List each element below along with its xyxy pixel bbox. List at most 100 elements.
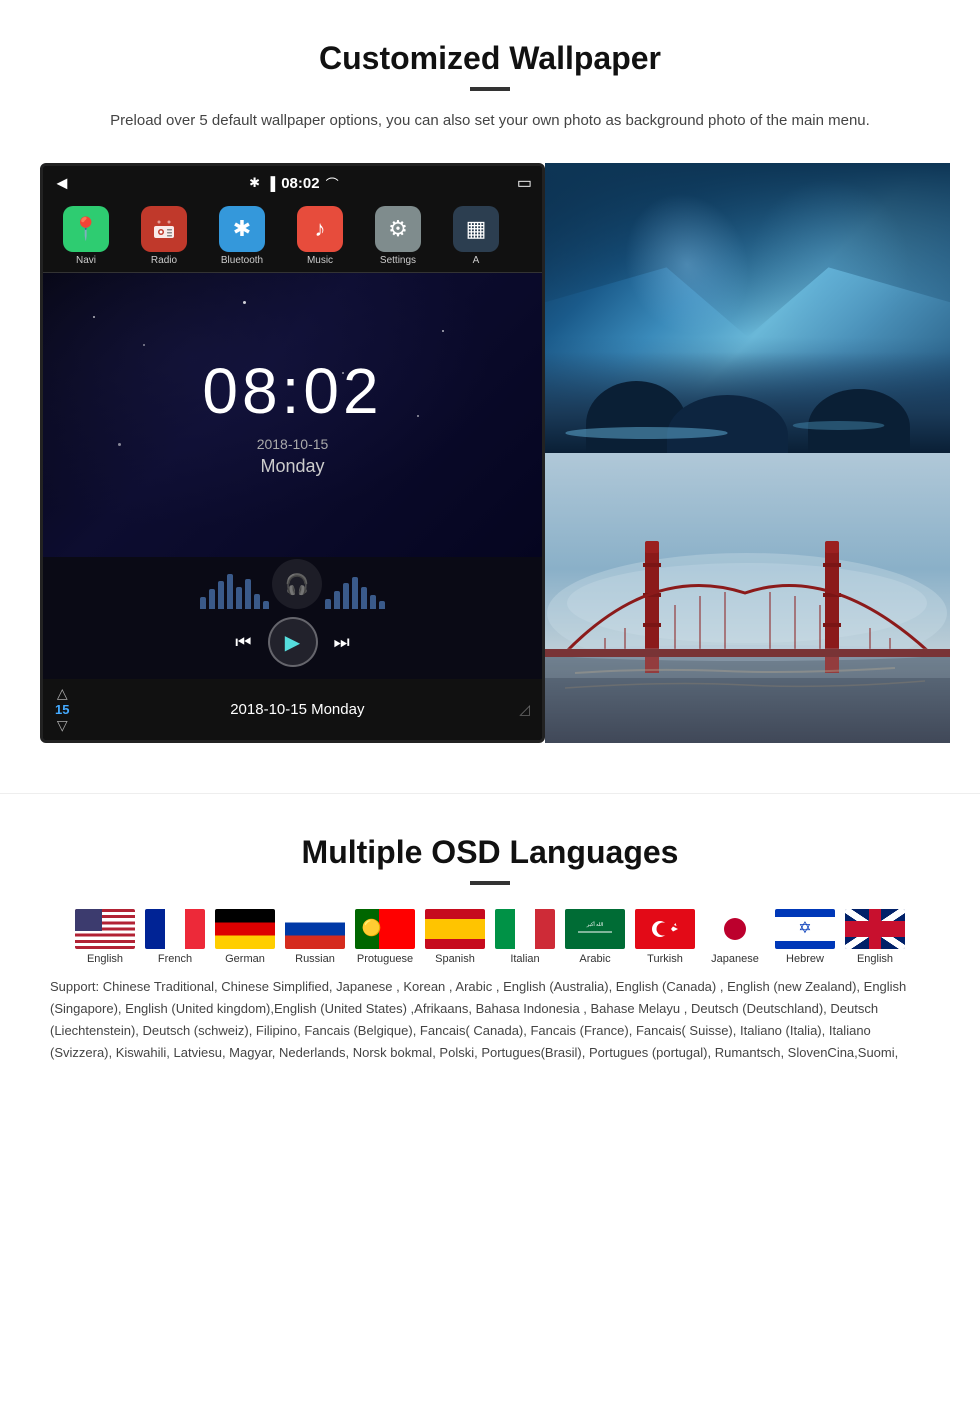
wallpaper-ice-cave[interactable] [545,163,950,453]
star-7 [417,415,419,417]
flag-item-il: ✡ Hebrew [770,909,840,966]
flag-il: ✡ [775,909,835,949]
osd-title: Multiple OSD Languages [40,834,940,871]
display-container: ◄ ✱ ▐ 08:02 ⌒ ▭ 📍 Navi [40,163,950,743]
flag-gb [845,909,905,949]
flag-item-de: German [210,909,280,966]
clock-display: 08:02 [202,354,382,428]
bar-14 [370,595,376,609]
flag-it [495,909,555,949]
flag-item-us: English [70,909,140,966]
bar-15 [379,601,385,609]
volume-up-arrow[interactable]: △ [57,685,68,702]
music-controls: ⏮ ▶ ⏭ [59,617,526,667]
flag-tr [635,909,695,949]
music-visualizer: 🎧 [59,569,526,609]
settings-label: Settings [380,255,416,266]
corner-minimize-icon[interactable]: ◿ [519,701,530,718]
star-5 [442,330,444,332]
flag-item-tr: Turkish [630,909,700,966]
music-icon: ♪ [297,206,343,252]
bluetooth-status-icon: ✱ [249,175,260,191]
flags-row: English French German Russian Protuguese… [40,909,940,966]
bar-3 [218,581,224,609]
flag-item-es: Spanish [420,909,490,966]
app-settings[interactable]: ⚙ Settings [363,206,433,266]
flag-item-fr: French [140,909,210,966]
wallpaper-bridge[interactable] [545,453,950,743]
flag-label-ru: Russian [295,953,335,966]
bar-5 [236,587,242,609]
flag-item-pt: Protuguese [350,909,420,966]
flag-label-de: German [225,953,265,966]
app-navi[interactable]: 📍 Navi [51,206,121,266]
flag-es [425,909,485,949]
volume-number: 15 [55,702,69,717]
flag-item-jp: Japanese [700,909,770,966]
bar-6 [245,579,251,609]
wallpaper-title: Customized Wallpaper [40,40,940,77]
bar-9 [325,599,331,609]
star-1 [93,316,95,318]
flag-pt [355,909,415,949]
status-time: 08:02 [281,175,319,192]
flag-item-ru: Russian [280,909,350,966]
back-button[interactable]: ◄ [53,173,71,194]
bar-7 [254,594,260,609]
car-screen: ◄ ✱ ▐ 08:02 ⌒ ▭ 📍 Navi [40,163,545,743]
bar-13 [361,587,367,609]
bluetooth-label: Bluetooth [221,255,263,266]
music-label: Music [307,255,333,266]
flag-label-it: Italian [510,953,539,966]
star-3 [243,301,246,304]
status-bar: ◄ ✱ ▐ 08:02 ⌒ ▭ [43,166,542,200]
bar-4 [227,574,233,609]
flag-label-es: Spanish [435,953,475,966]
wallpaper-section: Customized Wallpaper Preload over 5 defa… [0,0,980,773]
bar-10 [334,591,340,609]
flag-item-sa: الله أكبر Arabic [560,909,630,966]
bottom-date: 2018-10-15 Monday [230,701,364,718]
flag-label-pt: Protuguese [357,953,413,966]
clock-area: 08:02 2018-10-15 Monday [43,273,542,557]
title-divider [470,87,510,91]
prev-button[interactable]: ⏮ [235,632,251,653]
play-button[interactable]: ▶ [268,617,318,667]
clock-day: Monday [260,456,324,477]
radio-icon [141,206,187,252]
next-button[interactable]: ⏭ [334,632,350,653]
navi-icon: 📍 [63,206,109,252]
status-center-icons: ✱ ▐ 08:02 ⌒ [249,174,339,193]
app-music[interactable]: ♪ Music [285,206,355,266]
bar-12 [352,577,358,609]
bar-1 [200,597,206,609]
flag-fr [145,909,205,949]
flag-label-il: Hebrew [786,953,824,966]
flag-item-gb: English [840,909,910,966]
navi-label: Navi [76,255,96,266]
headphone-icon: 🎧 [272,559,322,609]
music-player: 🎧 ⏮ ▶ ⏭ [43,557,542,679]
volume-down-arrow[interactable]: ▽ [57,717,68,734]
star-6 [118,443,121,446]
bar-2 [209,589,215,609]
app-radio[interactable]: Radio [129,206,199,266]
apps-label: A [473,255,480,266]
flag-us [75,909,135,949]
osd-divider [470,881,510,885]
flag-label-sa: Arabic [579,953,610,966]
flag-de [215,909,275,949]
wallpaper-grid [545,163,950,743]
bridge-svg [545,453,950,743]
flag-label-us: English [87,953,123,966]
app-bluetooth[interactable]: ✱ Bluetooth [207,206,277,266]
settings-icon: ⚙ [375,206,421,252]
flag-label-jp: Japanese [711,953,759,966]
support-text: Support: Chinese Traditional, Chinese Si… [40,976,940,1064]
flag-label-gb: English [857,953,893,966]
bottom-bar: △ 15 ▽ 2018-10-15 Monday ◿ [43,679,542,740]
star-2 [143,344,145,346]
flag-sa: الله أكبر [565,909,625,949]
apps-icon: ▦ [453,206,499,252]
app-extra[interactable]: ▦ A [441,206,511,266]
